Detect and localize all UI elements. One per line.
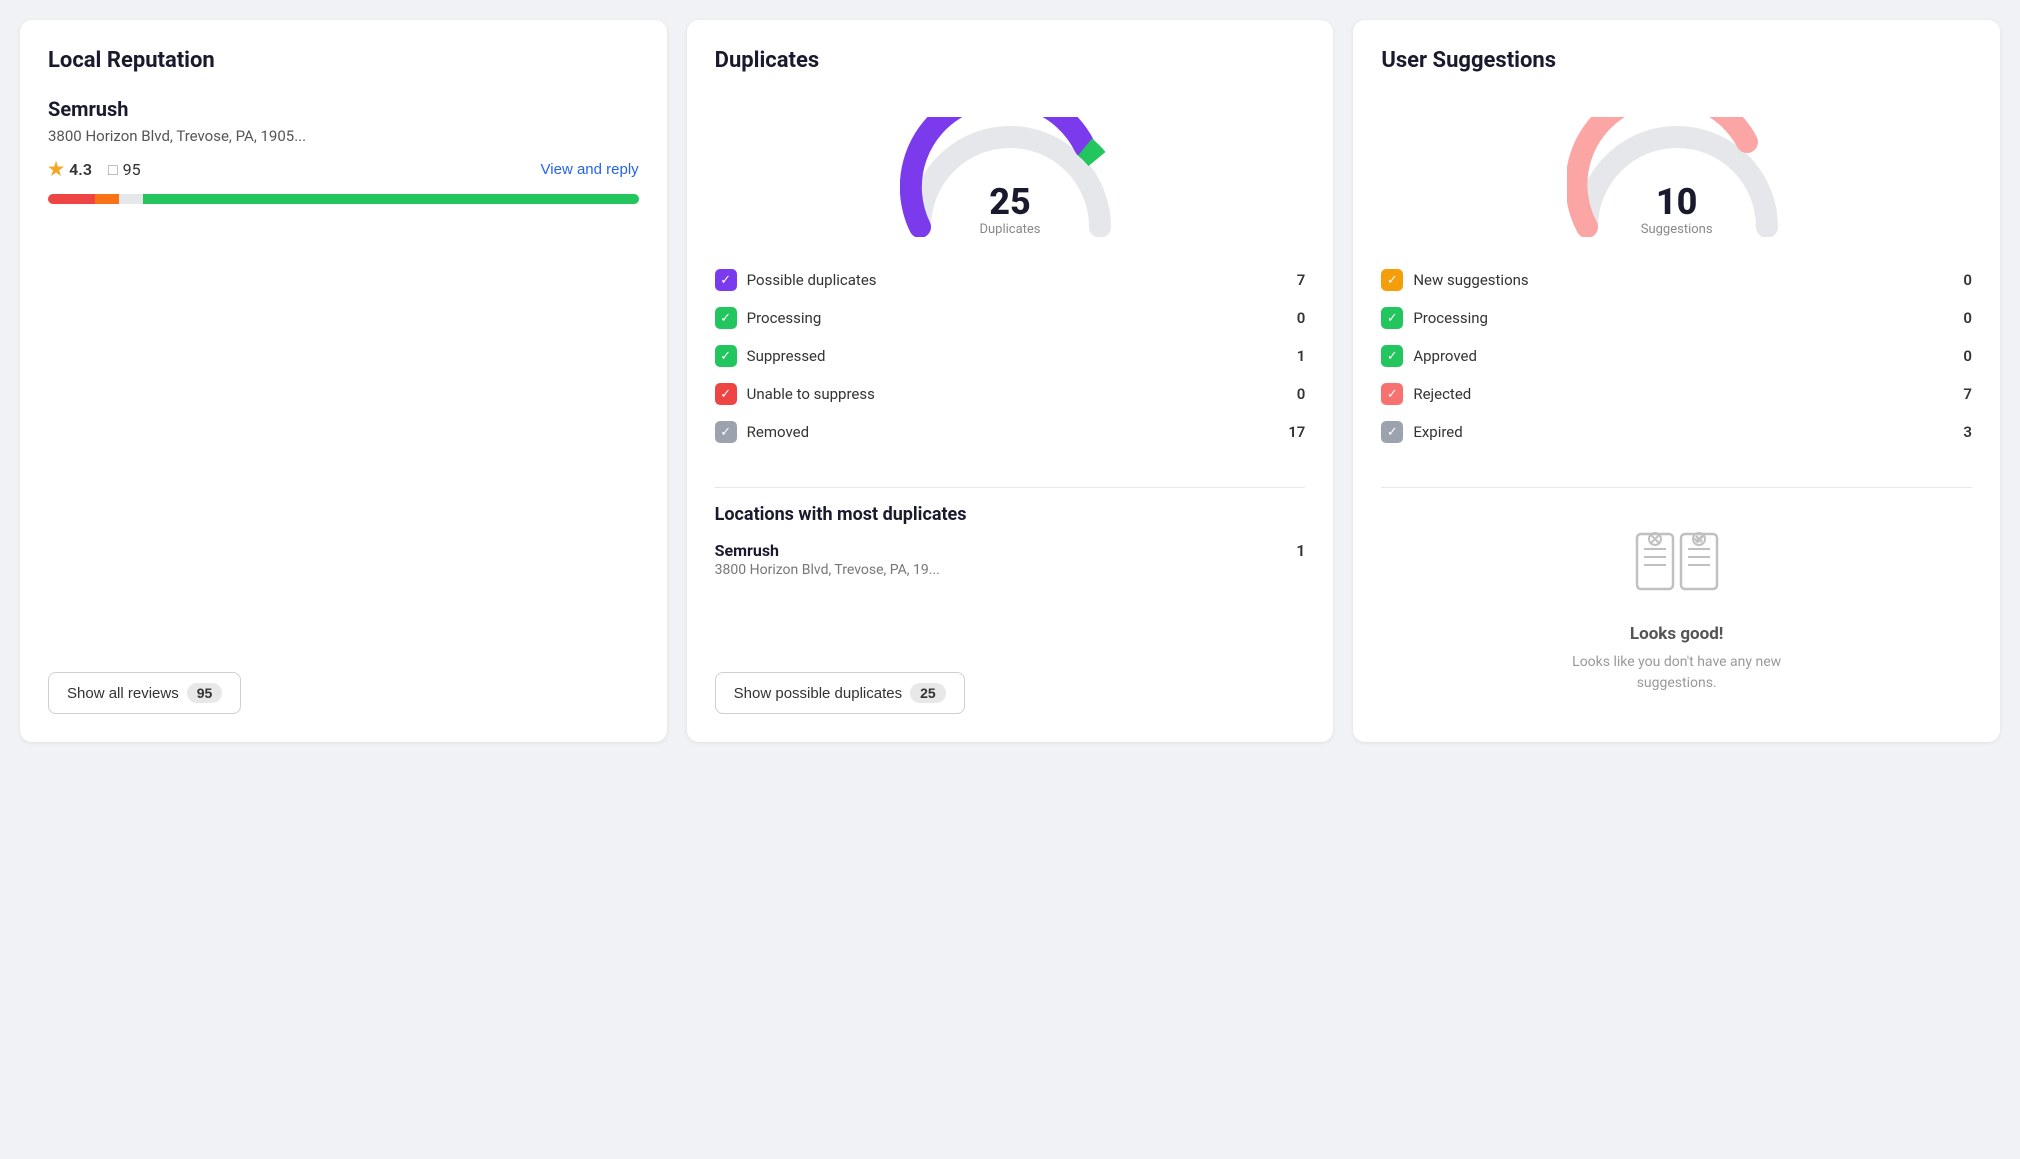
stat-processing-sugg-count: 0 [1952,309,1972,327]
duplicates-stats-list: ✓ Possible duplicates 7 ✓ Processing 0 ✓… [715,261,1306,451]
user-suggestions-title: User Suggestions [1381,48,1972,73]
suggestions-gauge: 10 Suggestions [1381,97,1972,237]
stat-suppressed: ✓ Suppressed 1 [715,337,1306,375]
business-address: 3800 Horizon Blvd, Trevose, PA, 1905... [48,127,639,145]
check-green-approved-icon: ✓ [1381,345,1403,367]
check-red-icon: ✓ [715,383,737,405]
stat-unable-suppress: ✓ Unable to suppress 0 [715,375,1306,413]
duplicates-gauge: 25 Duplicates [715,97,1306,237]
stat-possible-duplicates: ✓ Possible duplicates 7 [715,261,1306,299]
stat-removed-count: 17 [1285,423,1305,441]
stat-processing-sugg-label: Processing [1413,309,1488,327]
rating-bar-orange [95,194,119,204]
star-rating: ★ 4.3 [48,159,92,180]
check-green-suppressed-icon: ✓ [715,345,737,367]
stat-unable-suppress-count: 0 [1285,385,1305,403]
suggestions-label: Suggestions [1641,222,1713,237]
locations-title: Locations with most duplicates [715,504,1306,525]
show-all-reviews-button[interactable]: Show all reviews 95 [48,672,241,714]
check-purple-icon: ✓ [715,269,737,291]
stat-suppressed-label: Suppressed [747,347,826,365]
stat-processing-count: 0 [1285,309,1305,327]
stat-removed: ✓ Removed 17 [715,413,1306,451]
empty-state-icon [1632,524,1722,608]
stat-possible-duplicates-count: 7 [1285,271,1305,289]
stat-expired: ✓ Expired 3 [1381,413,1972,451]
location-name: Semrush [715,541,940,560]
duplicates-label: Duplicates [979,222,1040,237]
duplicates-title: Duplicates [715,48,1306,73]
rating-bar [48,194,639,204]
stat-expired-label: Expired [1413,423,1462,441]
divider-2 [1381,487,1972,488]
show-possible-duplicates-label: Show possible duplicates [734,685,902,702]
stat-rejected-count: 7 [1952,385,1972,403]
suggestions-count: 10 [1641,184,1713,220]
documents-icon-svg [1632,524,1722,604]
check-gray-expired-icon: ✓ [1381,421,1403,443]
stat-new-suggestions-label: New suggestions [1413,271,1528,289]
stat-possible-duplicates-label: Possible duplicates [747,271,877,289]
rating-bar-red [48,194,95,204]
check-green-processing-sugg-icon: ✓ [1381,307,1403,329]
stat-approved-label: Approved [1413,347,1477,365]
local-reputation-card: Local Reputation Semrush 3800 Horizon Bl… [20,20,667,742]
show-possible-duplicates-button[interactable]: Show possible duplicates 25 [715,672,965,714]
stat-new-suggestions-count: 0 [1952,271,1972,289]
stat-processing-sugg: ✓ Processing 0 [1381,299,1972,337]
stat-rejected-label: Rejected [1413,385,1471,403]
rating-bar-green [143,194,639,204]
stat-suppressed-count: 1 [1285,347,1305,365]
stat-processing: ✓ Processing 0 [715,299,1306,337]
stat-rejected: ✓ Rejected 7 [1381,375,1972,413]
stat-approved: ✓ Approved 0 [1381,337,1972,375]
star-icon: ★ [48,159,64,180]
rating-value: 4.3 [69,160,92,179]
comment-icon: □ [108,160,118,180]
location-count: 1 [1296,541,1305,560]
show-all-reviews-count: 95 [187,683,223,703]
dashboard: Local Reputation Semrush 3800 Horizon Bl… [20,20,2000,742]
empty-state: Looks good! Looks like you don't have an… [1381,504,1972,714]
suggestions-gauge-center: 10 Suggestions [1641,184,1713,237]
empty-state-description: Looks like you don't have any new sugges… [1537,652,1817,694]
check-gray-removed-icon: ✓ [715,421,737,443]
stat-new-suggestions: ✓ New suggestions 0 [1381,261,1972,299]
view-reply-button[interactable]: View and reply [541,161,639,178]
stat-unable-suppress-label: Unable to suppress [747,385,875,403]
business-name: Semrush [48,97,639,121]
location-item: Semrush 3800 Horizon Blvd, Trevose, PA, … [715,541,1306,578]
check-green-processing-icon: ✓ [715,307,737,329]
stat-processing-label: Processing [747,309,822,327]
duplicates-gauge-center: 25 Duplicates [979,184,1040,237]
user-suggestions-card: User Suggestions 10 Suggestions ✓ New su… [1353,20,2000,742]
rating-bar-empty [119,194,143,204]
stat-approved-count: 0 [1952,347,1972,365]
show-possible-duplicates-count: 25 [910,683,946,703]
stat-expired-count: 3 [1952,423,1972,441]
duplicates-count: 25 [979,184,1040,220]
suggestions-stats-list: ✓ New suggestions 0 ✓ Processing 0 ✓ App… [1381,261,1972,451]
review-count-value: 95 [123,160,141,179]
rating-row: ★ 4.3 □ 95 View and reply [48,159,639,180]
location-address: 3800 Horizon Blvd, Trevose, PA, 19... [715,562,940,578]
show-all-reviews-label: Show all reviews [67,685,179,702]
check-yellow-icon: ✓ [1381,269,1403,291]
empty-state-title: Looks good! [1630,624,1724,644]
divider-1 [715,487,1306,488]
stat-removed-label: Removed [747,423,809,441]
local-reputation-title: Local Reputation [48,48,639,73]
check-pink-icon: ✓ [1381,383,1403,405]
duplicates-card: Duplicates 25 Duplicates ✓ Possible dupl… [687,20,1334,742]
review-count: □ 95 [108,160,141,180]
